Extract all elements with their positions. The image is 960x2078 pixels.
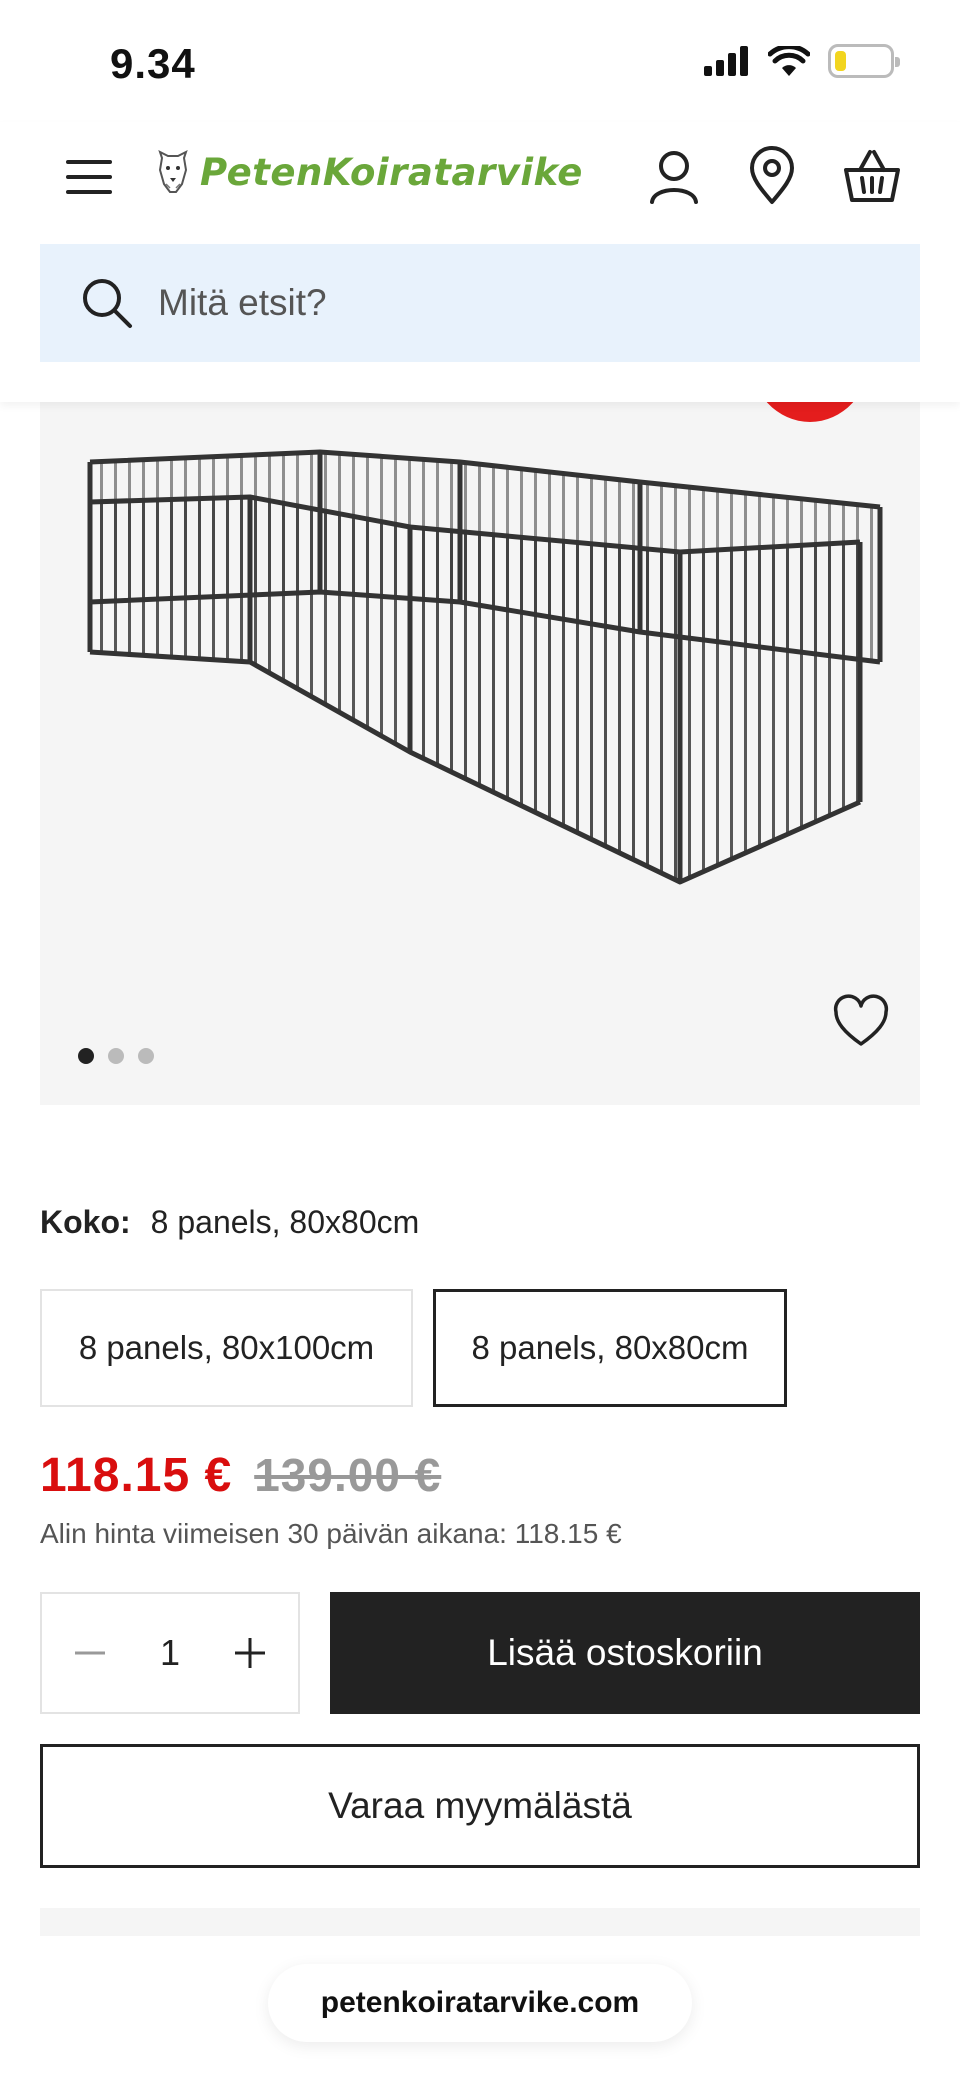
location-icon[interactable]	[742, 146, 802, 206]
price-current: 118.15 €	[40, 1449, 233, 1502]
size-label-row: Koko: 8 panels, 80x80cm	[40, 1204, 419, 1241]
menu-button[interactable]	[64, 152, 114, 202]
logo-text: PetenKoiratarvike	[200, 150, 583, 194]
reserve-in-store-button[interactable]: Varaa myymälästä	[40, 1744, 920, 1868]
status-icons	[704, 44, 900, 78]
status-bar: 9.34	[0, 0, 960, 122]
price-original: 139.00 €	[254, 1449, 442, 1501]
minus-icon	[75, 1651, 105, 1655]
status-time: 9.34	[110, 40, 196, 87]
size-label: Koko:	[40, 1204, 131, 1240]
lowest-price-note: Alin hinta viimeisen 30 päivän aikana: 1…	[40, 1518, 622, 1549]
product-image-playpen	[87, 449, 883, 885]
size-option-80x80[interactable]: 8 panels, 80x80cm	[433, 1289, 787, 1407]
dog-logo-icon	[158, 150, 188, 193]
gallery-dot-3[interactable]	[138, 1048, 154, 1064]
size-selected-value: 8 panels, 80x80cm	[150, 1204, 420, 1240]
search-icon	[83, 279, 132, 328]
menu-icon	[66, 160, 112, 164]
section-divider	[40, 1908, 920, 1936]
size-option-80x100[interactable]: 8 panels, 80x100cm	[40, 1289, 413, 1407]
search-input[interactable]: Mitä etsit?	[40, 244, 920, 362]
site-logo[interactable]: PetenKoiratarvike	[156, 150, 583, 194]
sale-badge	[750, 402, 870, 422]
search-placeholder: Mitä etsit?	[158, 282, 327, 323]
quantity-stepper: 1	[40, 1592, 300, 1714]
plus-icon	[235, 1638, 265, 1668]
gallery-dots	[78, 1048, 154, 1064]
product-gallery[interactable]	[40, 402, 920, 1105]
browser-url-bar[interactable]: petenkoiratarvike.com	[268, 1964, 692, 2042]
signal-icon	[704, 46, 748, 76]
gallery-dot-1[interactable]	[78, 1048, 94, 1064]
battery-icon	[828, 44, 900, 78]
heart-icon[interactable]	[832, 994, 890, 1052]
quantity-value[interactable]: 1	[160, 1632, 180, 1674]
battery-level	[835, 51, 847, 71]
product-page: 9.34 PetenKoiratarvike Mitä etsit? Koko:…	[0, 0, 960, 2078]
quantity-increase-button[interactable]	[230, 1633, 270, 1673]
add-to-cart-button[interactable]: Lisää ostoskoriin	[330, 1592, 920, 1714]
wifi-icon	[768, 46, 810, 76]
site-header: PetenKoiratarvike Mitä etsit?	[0, 122, 960, 402]
size-options: 8 panels, 80x100cm 8 panels, 80x80cm	[40, 1289, 787, 1407]
quantity-decrease-button[interactable]	[70, 1633, 110, 1673]
account-icon[interactable]	[644, 146, 704, 206]
gallery-dot-2[interactable]	[108, 1048, 124, 1064]
price-row: 118.15 € 139.00 €	[40, 1448, 441, 1503]
basket-icon[interactable]	[842, 146, 902, 206]
